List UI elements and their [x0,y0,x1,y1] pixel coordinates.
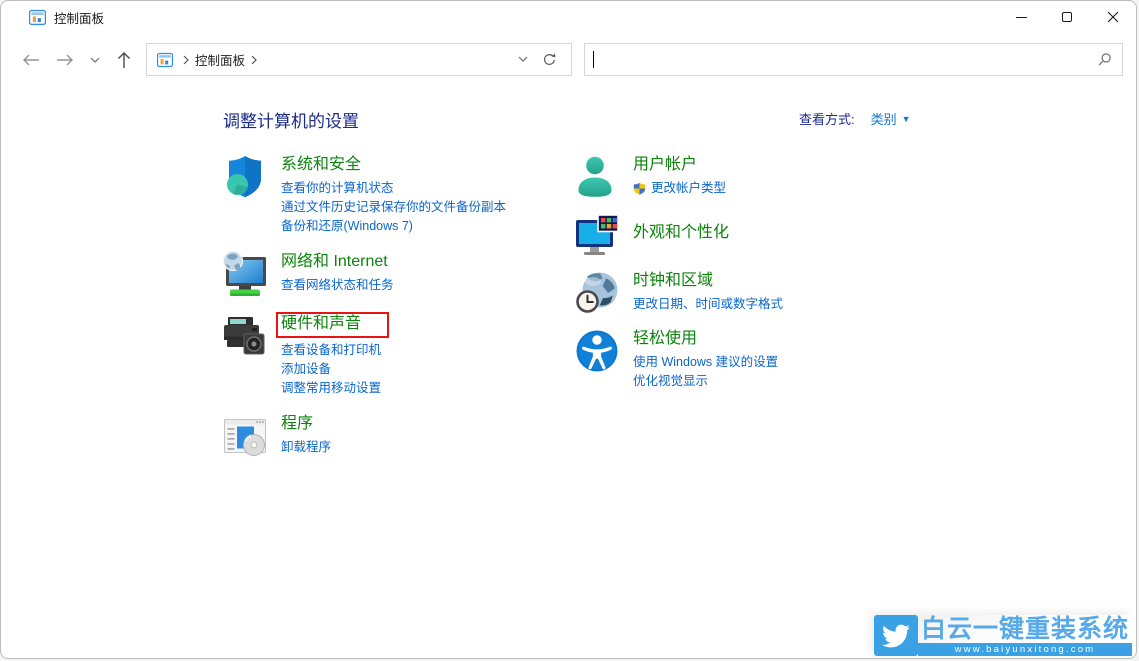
category-item: 系统和安全查看你的计算机状态通过文件历史记录保存你的文件备份副本备份和还原(Wi… [221,153,566,236]
refresh-button[interactable] [538,52,563,67]
category-column-right: 用户帐户更改帐户类型外观和个性化时钟和区域更改日期、时间或数字格式轻松使用使用 … [573,153,953,401]
category-task-link[interactable]: 备份和还原(Windows 7) [281,217,506,236]
forward-button[interactable] [52,47,78,73]
category-title-link[interactable]: 外观和个性化 [633,223,729,243]
back-arrow-icon [22,54,40,66]
category-task-link[interactable]: 添加设备 [281,360,389,379]
control-panel-window: 控制面板 控制面板 [0,0,1137,659]
category-title-link[interactable]: 网络和 Internet [281,252,388,272]
up-arrow-icon [117,51,131,69]
user-accounts-icon[interactable] [573,153,621,201]
window-controls [998,1,1136,33]
previous-locations-dropdown[interactable] [508,56,538,63]
category-task-link[interactable]: 通过文件历史记录保存你的文件备份副本 [281,198,506,217]
recent-locations-button[interactable] [86,52,104,68]
view-by-category-link[interactable]: 类别 [871,109,897,128]
category-item: 轻松使用使用 Windows 建议的设置优化视觉显示 [573,327,953,391]
category-item: 网络和 Internet 查看网络状态和任务 [221,250,566,298]
twitter-bird-icon [874,615,918,656]
category-task-link[interactable]: 查看网络状态和任务 [281,276,394,295]
watermark-title: 白云一键重装系统 [918,615,1132,643]
category-item: 程序卸载程序 [221,412,566,460]
close-button[interactable] [1090,1,1136,33]
category-item: 硬件和声音查看设备和打印机添加设备调整常用移动设置 [221,312,566,398]
category-title-link[interactable]: 轻松使用 [633,329,697,349]
programs-icon[interactable] [221,412,269,460]
breadcrumb-chevron-icon[interactable] [183,55,189,65]
breadcrumb-item[interactable]: 控制面板 [195,50,245,69]
breadcrumb-chevron-icon[interactable] [251,55,257,65]
forward-arrow-icon [56,54,74,66]
minimize-icon [1016,17,1027,18]
category-task-link[interactable]: 使用 Windows 建议的设置 [633,353,778,372]
chevron-down-icon [518,56,528,63]
chevron-down-icon [90,57,100,64]
category-task-link[interactable]: 查看设备和打印机 [281,341,389,360]
control-panel-icon [29,9,46,26]
search-icon[interactable] [1097,52,1112,67]
appearance-personalization-icon[interactable] [573,211,621,259]
uac-shield-icon [633,182,646,195]
search-input[interactable] [584,43,1123,76]
ease-of-access-icon[interactable] [573,327,621,375]
view-by-label: 查看方式: [799,109,855,128]
category-item: 用户帐户更改帐户类型 [573,153,953,201]
control-panel-icon[interactable] [157,52,173,68]
category-column-left: 系统和安全查看你的计算机状态通过文件历史记录保存你的文件备份副本备份和还原(Wi… [221,153,566,474]
address-bar[interactable]: 控制面板 [146,43,572,76]
security-shield-icon[interactable] [221,153,269,201]
category-task-link[interactable]: 卸载程序 [281,438,331,457]
category-title-link[interactable]: 程序 [281,414,313,434]
network-internet-icon[interactable] [221,250,269,298]
refresh-icon [542,52,557,67]
category-task-link[interactable]: 优化视觉显示 [633,372,778,391]
watermark: 白云一键重装系统 www.baiyunxitong.com [874,615,1132,656]
up-button[interactable] [111,47,137,73]
back-button[interactable] [18,47,44,73]
category-title-link[interactable]: 时钟和区域 [633,271,713,291]
close-icon [1107,11,1119,23]
maximize-icon [1062,12,1072,22]
watermark-url: www.baiyunxitong.com [918,643,1132,656]
page-title: 调整计算机的设置 [223,107,359,132]
window-title: 控制面板 [54,8,104,27]
category-task-link[interactable]: 更改日期、时间或数字格式 [633,295,783,314]
category-item: 时钟和区域更改日期、时间或数字格式 [573,269,953,317]
maximize-button[interactable] [1044,1,1090,33]
view-by-control: 查看方式: 类别 ▼ [799,109,911,128]
category-task-link[interactable]: 查看你的计算机状态 [281,179,506,198]
minimize-button[interactable] [998,1,1044,33]
category-title-link[interactable]: 硬件和声音 [276,312,389,338]
category-title-link[interactable]: 系统和安全 [281,155,361,175]
view-by-dropdown-arrow-icon[interactable]: ▼ [902,114,911,124]
clock-region-icon[interactable] [573,269,621,317]
text-caret [593,51,594,68]
watermark-text-block: 白云一键重装系统 www.baiyunxitong.com [918,615,1132,656]
title-bar: 控制面板 [1,1,1136,33]
category-item: 外观和个性化 [573,211,953,259]
category-task-link[interactable]: 更改帐户类型 [633,179,726,198]
hardware-sound-icon[interactable] [221,312,269,360]
category-title-link[interactable]: 用户帐户 [633,155,697,175]
category-task-link[interactable]: 调整常用移动设置 [281,379,389,398]
